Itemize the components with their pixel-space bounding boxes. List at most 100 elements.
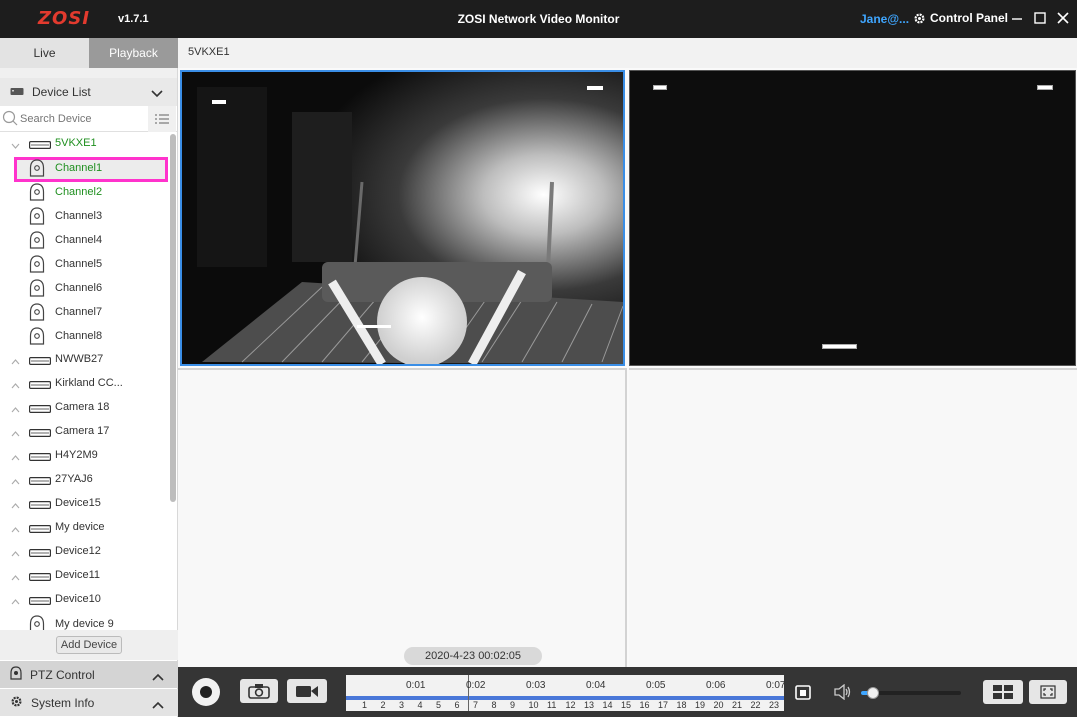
tree-item-label: Channel5: [55, 258, 103, 270]
chevron-up-icon[interactable]: [11, 548, 20, 560]
chevron-up-icon[interactable]: [11, 356, 20, 368]
device-list-header[interactable]: Device List: [0, 78, 177, 106]
sidebar: Device List 5VKXE1 Channel1 Channel2 Channe…: [0, 68, 178, 717]
camera-icon: [29, 159, 45, 180]
channel-tree-item[interactable]: Channel1: [0, 156, 170, 182]
channel-tree-item[interactable]: Channel4: [0, 228, 170, 252]
timeline-channel-number: 2: [380, 700, 386, 710]
timeline-time-label: 0:03: [526, 680, 546, 691]
device-tree-item[interactable]: Device15: [0, 492, 170, 516]
channel-tree-item[interactable]: My device 9: [0, 612, 170, 630]
ptz-control-panel[interactable]: PTZ Control: [0, 661, 178, 688]
calendar-button[interactable]: [794, 683, 812, 701]
channel-tree-item[interactable]: Channel6: [0, 276, 170, 300]
control-panel-label: Control Panel: [930, 11, 1009, 25]
tree-item-label: Device12: [55, 545, 101, 557]
volume-slider[interactable]: [861, 687, 961, 699]
chevron-up-icon[interactable]: [11, 500, 20, 512]
maximize-button[interactable]: [1031, 9, 1049, 27]
device-tree-item[interactable]: Device11: [0, 564, 170, 588]
close-button[interactable]: [1054, 9, 1072, 27]
timeline-time-label: 0:05: [646, 680, 666, 691]
channel-tree-item[interactable]: Channel3: [0, 204, 170, 228]
minimize-icon: [1012, 18, 1022, 20]
device-tree-item[interactable]: My device: [0, 516, 170, 540]
tree-item-label: Device10: [55, 593, 101, 605]
video-window-1[interactable]: [180, 70, 625, 366]
video-window-3[interactable]: [178, 368, 627, 667]
volume-icon[interactable]: [834, 683, 852, 701]
add-device-button[interactable]: Add Device: [55, 636, 123, 654]
video-window-4[interactable]: [629, 368, 1077, 667]
tree-item-label: 5VKXE1: [55, 137, 97, 149]
video-window-2[interactable]: [629, 70, 1076, 366]
device-tree-item[interactable]: 5VKXE1: [0, 132, 170, 156]
channel-tree-item[interactable]: Channel2: [0, 180, 170, 204]
channel-tree-item[interactable]: Channel8: [0, 324, 170, 348]
timeline-channel-number: 5: [436, 700, 442, 710]
nvr-icon: [29, 524, 51, 536]
timeline-channel-number: 6: [454, 700, 460, 710]
gear-icon: [913, 12, 926, 25]
tree-item-label: Channel7: [55, 306, 103, 318]
timeline-time-label: 0:02: [466, 680, 486, 691]
chevron-down-icon[interactable]: [11, 140, 20, 152]
device-tree-item[interactable]: Camera 18: [0, 396, 170, 420]
split-layout-button[interactable]: [983, 680, 1023, 704]
playback-timeline[interactable]: 0:01 0:02 0:03 0:04 0:05 0:06 0:07 1 2 3 4 5 6 7 8 9 10 1…: [346, 675, 785, 711]
timeline-channel-number: 13: [584, 700, 595, 710]
volume-knob[interactable]: [867, 687, 879, 699]
grid-layout-icon: [993, 685, 1013, 699]
chevron-up-icon[interactable]: [11, 452, 20, 464]
chevron-down-icon[interactable]: [151, 87, 163, 101]
device-tree-item[interactable]: Device10: [0, 588, 170, 612]
snapshot-button[interactable]: [240, 679, 278, 703]
minimize-button[interactable]: [1008, 9, 1026, 27]
tree-item-label: My device: [55, 521, 105, 533]
tree-item-label: H4Y2M9: [55, 449, 98, 461]
device-tree-item[interactable]: 27YAJ6: [0, 468, 170, 492]
channel-tree-item[interactable]: Channel5: [0, 252, 170, 276]
chevron-up-icon[interactable]: [11, 524, 20, 536]
tab-live[interactable]: Live: [0, 38, 89, 68]
device-tree-item[interactable]: H4Y2M9: [0, 444, 170, 468]
osd-text: [1037, 85, 1053, 90]
chevron-up-icon[interactable]: [11, 380, 20, 392]
device-tree-item[interactable]: Device12: [0, 540, 170, 564]
maximize-icon: [1034, 12, 1046, 24]
chevron-up-icon[interactable]: [11, 572, 20, 584]
nvr-icon: [29, 140, 51, 152]
channel-tree-item[interactable]: Channel7: [0, 300, 170, 324]
stop-button[interactable]: [192, 678, 220, 706]
fullscreen-button[interactable]: [1029, 680, 1067, 704]
video-grid: [178, 68, 1077, 667]
timeline-channel-number: 15: [621, 700, 632, 710]
chevron-up-icon[interactable]: [11, 596, 20, 608]
osd-text: [822, 344, 857, 349]
nvr-icon: [29, 500, 51, 512]
chevron-up-icon[interactable]: [11, 476, 20, 488]
device-tree-item[interactable]: NWWB27: [0, 348, 170, 372]
user-account[interactable]: Jane@...: [860, 12, 909, 26]
chevron-up-icon[interactable]: [11, 428, 20, 440]
chevron-up-icon[interactable]: [11, 404, 20, 416]
device-tree-item[interactable]: Camera 17: [0, 420, 170, 444]
timeline-channel-number: 7: [473, 700, 479, 710]
camera-icon: [29, 207, 45, 228]
chevron-up-icon: [152, 670, 164, 684]
tab-playback[interactable]: Playback: [89, 38, 178, 68]
search-input[interactable]: [20, 110, 145, 128]
record-clip-button[interactable]: [287, 679, 327, 703]
title-bar: ZOSI v1.7.1 ZOSI Network Video Monitor J…: [0, 0, 1077, 38]
tree-item-label: Channel1: [55, 162, 103, 174]
tree-item-label: Channel4: [55, 234, 103, 246]
list-view-icon[interactable]: [148, 106, 176, 132]
camera-icon: [29, 183, 45, 204]
camera-icon: [29, 255, 45, 276]
tree-scrollbar[interactable]: [170, 134, 176, 502]
device-tree-item[interactable]: Kirkland CC...: [0, 372, 170, 396]
control-panel-button[interactable]: Control Panel: [913, 11, 1008, 25]
system-info-panel[interactable]: System Info: [0, 689, 178, 716]
gear-icon: [10, 695, 23, 711]
camera-icon: [29, 279, 45, 300]
